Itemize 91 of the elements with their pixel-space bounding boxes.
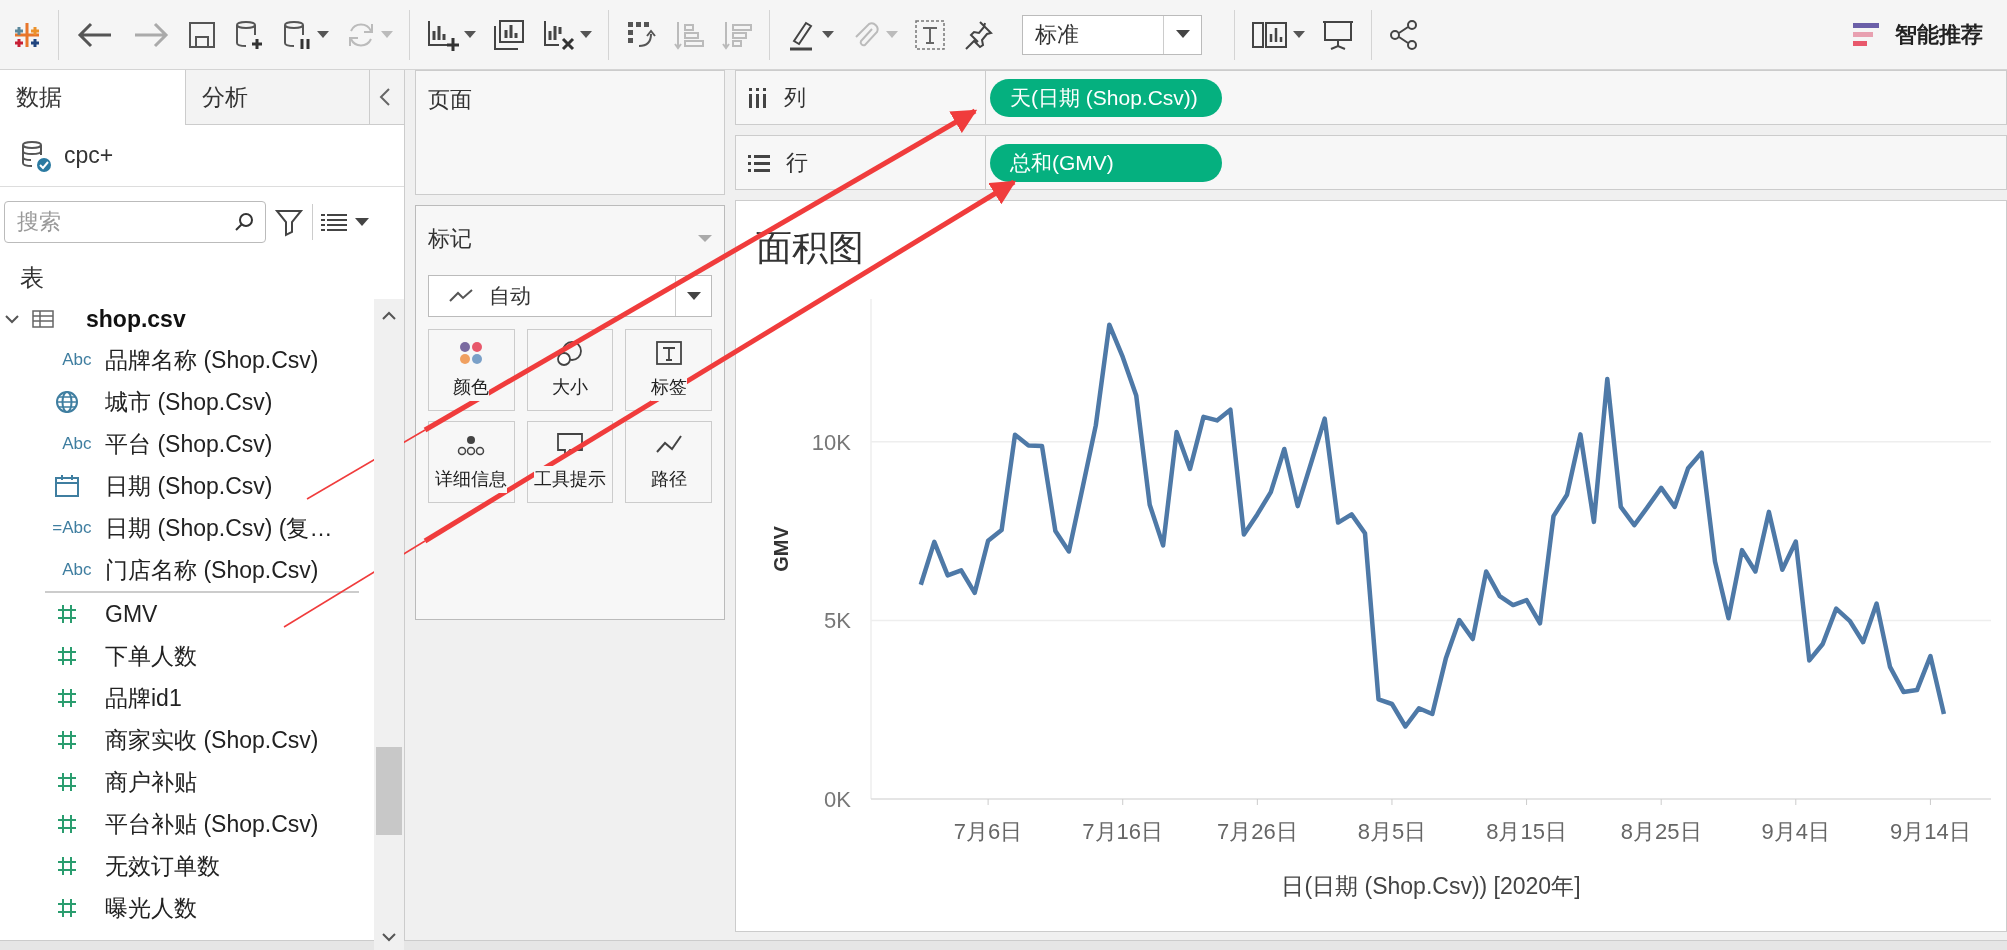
chart-title: 面积图 xyxy=(756,228,864,268)
field-item[interactable]: 品牌名称 (Shop.Csv) xyxy=(105,342,319,378)
y-axis-title: GMV xyxy=(770,526,792,572)
field-item[interactable]: 曝光人数 xyxy=(105,890,197,926)
x-tick-label: 7月26日 xyxy=(1217,819,1298,844)
data-type-label: =Abc xyxy=(51,517,92,540)
field-item[interactable]: GMV xyxy=(105,596,158,632)
show-me-button[interactable]: 智能推荐 xyxy=(1853,18,1983,51)
fit-dropdown[interactable]: 标准 xyxy=(1022,14,1202,55)
shelf-label: 列 xyxy=(784,84,806,112)
rows-icon xyxy=(748,153,770,172)
field-item[interactable]: 城市 (Shop.Csv) xyxy=(105,384,273,420)
field-item[interactable]: 下单人数 xyxy=(105,638,197,674)
data-type-label: Abc xyxy=(61,559,92,582)
caret-icon[interactable] xyxy=(580,30,592,39)
field-item[interactable]: 门店名称 (Shop.Csv) xyxy=(105,552,319,588)
search-icon xyxy=(234,212,254,232)
search-field[interactable]: 搜索 xyxy=(4,201,266,243)
caret-icon[interactable] xyxy=(1293,30,1305,39)
line-icon xyxy=(449,289,473,303)
list-view-icon[interactable] xyxy=(321,212,347,232)
globe-icon xyxy=(53,389,80,415)
filter-icon[interactable] xyxy=(274,207,304,237)
text-label-icon xyxy=(654,339,683,366)
save-icon[interactable] xyxy=(187,19,217,50)
mark-type-dropdown[interactable]: 自动 xyxy=(428,275,712,317)
table-icon xyxy=(32,310,54,328)
scroll-thumb[interactable] xyxy=(376,747,402,835)
number-type-icon xyxy=(55,813,78,835)
section-heading: 表 xyxy=(20,263,44,293)
field-item[interactable]: 平台 (Shop.Csv) xyxy=(105,426,273,462)
x-tick-label: 8月25日 xyxy=(1620,819,1702,844)
y-tick-label: 10K xyxy=(811,429,851,455)
x-axis-title: 日(日期 (Shop.Csv)) [2020年] xyxy=(1281,873,1581,899)
marks-button[interactable]: 详细信息 xyxy=(428,421,515,503)
caret-icon[interactable] xyxy=(355,217,369,227)
field-item[interactable]: 平台补贴 (Shop.Csv) xyxy=(105,806,319,842)
pause-database-icon[interactable] xyxy=(281,18,313,51)
caret-icon xyxy=(686,291,701,301)
number-type-icon xyxy=(55,729,78,751)
field-item[interactable]: 日期 (Shop.Csv) xyxy=(105,468,273,504)
x-tick-label: 7月16日 xyxy=(1082,819,1164,844)
marks-button[interactable]: 大小 xyxy=(526,329,614,411)
x-tick-label: 8月15日 xyxy=(1486,819,1567,844)
scroll-up-icon[interactable] xyxy=(382,311,396,320)
collapse-icon[interactable] xyxy=(378,87,392,107)
x-tick-label: 9月4日 xyxy=(1761,819,1831,844)
y-tick-label: 0K xyxy=(824,787,851,812)
card-title: 标记 xyxy=(428,225,472,253)
card-title: 页面 xyxy=(428,87,472,112)
caret-icon[interactable] xyxy=(317,30,329,39)
data-type-label: Abc xyxy=(61,433,92,456)
scrollbar[interactable] xyxy=(374,299,404,950)
field-item[interactable]: 日期 (Shop.Csv) (复… xyxy=(105,510,333,546)
add-database-icon[interactable] xyxy=(233,18,265,51)
field-item[interactable]: 商户补贴 xyxy=(105,764,197,800)
y-tick-label: 5K xyxy=(824,608,851,634)
x-tick-label: 9月14日 xyxy=(1890,819,1971,844)
database-icon xyxy=(20,138,52,173)
text-box-icon[interactable] xyxy=(914,18,946,51)
panel-tab[interactable]: 分析 xyxy=(185,70,370,125)
number-type-icon xyxy=(55,771,78,793)
x-tick-label: 8月5日 xyxy=(1357,819,1427,844)
size-circles-icon xyxy=(556,339,584,366)
field-item[interactable]: 无效订单数 xyxy=(105,848,220,884)
number-type-icon xyxy=(55,603,78,625)
share-icon[interactable] xyxy=(1388,18,1420,51)
field-item[interactable]: 商家实收 (Shop.Csv) xyxy=(105,722,319,758)
data-type-label: Abc xyxy=(61,349,92,372)
number-type-icon xyxy=(55,687,78,709)
calendar-icon xyxy=(53,474,80,498)
field-item[interactable]: 品牌id1 xyxy=(105,680,182,716)
number-type-icon xyxy=(55,897,78,919)
chevron-icon[interactable] xyxy=(4,314,20,324)
caret-icon xyxy=(1175,30,1190,39)
chart-icon[interactable] xyxy=(1251,19,1289,50)
number-type-icon xyxy=(55,855,78,877)
shelf-label: 行 xyxy=(786,149,808,177)
marks-button[interactable]: 颜色 xyxy=(428,329,515,411)
columns-icon xyxy=(748,87,768,108)
data-source-name[interactable]: cpc+ xyxy=(64,138,114,173)
number-type-icon xyxy=(55,645,78,667)
caret-icon[interactable] xyxy=(464,30,476,39)
marks-button[interactable]: 路径 xyxy=(625,421,712,503)
marks-button[interactable]: 标签 xyxy=(625,329,712,411)
marks-button[interactable]: 工具提示 xyxy=(526,421,614,503)
duplicate-sheet-icon[interactable] xyxy=(492,17,526,52)
scroll-down-icon[interactable] xyxy=(382,933,396,942)
x-tick-label: 7月6日 xyxy=(953,819,1023,844)
caret-icon[interactable] xyxy=(822,30,834,39)
table-name[interactable]: shop.csv xyxy=(86,301,186,337)
